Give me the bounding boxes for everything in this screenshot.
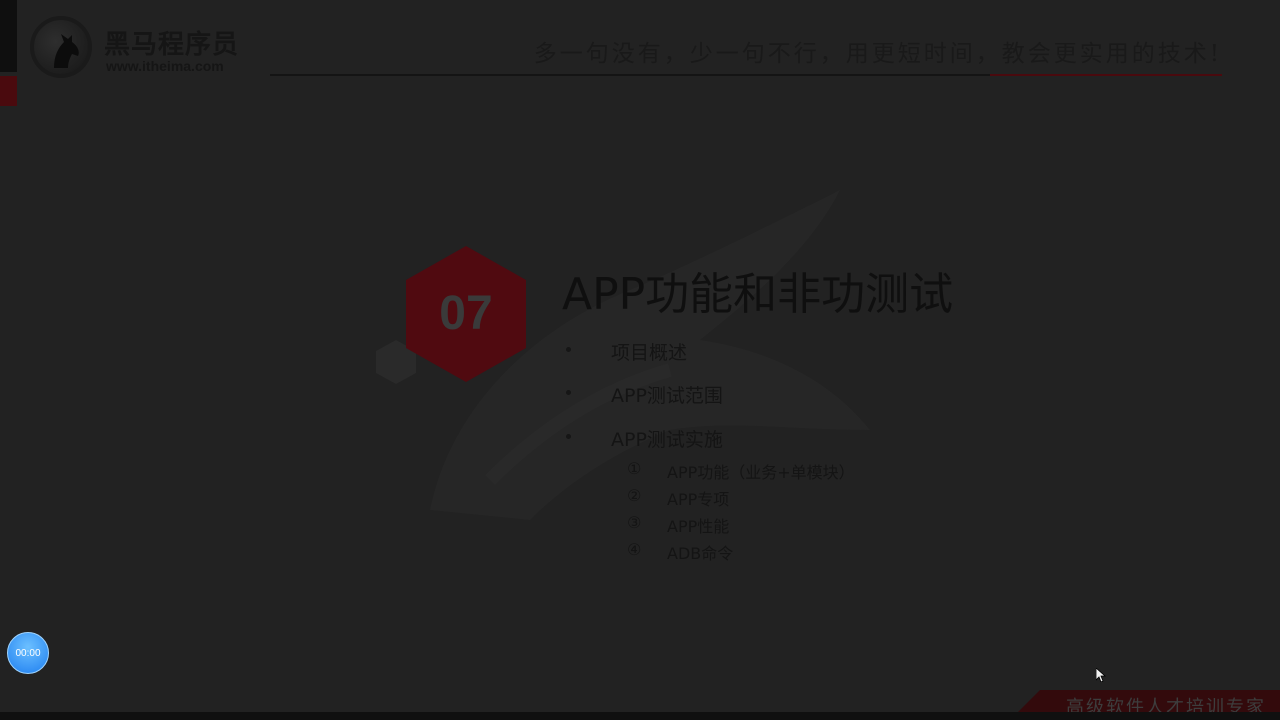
section-number-badge: 07 — [404, 244, 528, 384]
horse-head-icon — [54, 34, 79, 68]
logo-url: www.itheima.com — [106, 58, 224, 74]
mouse-cursor-icon — [1096, 668, 1106, 682]
header-divider-accent — [990, 74, 1222, 76]
sub-item: ADB命令 — [667, 544, 734, 563]
bullet-item: 项目概述 — [611, 342, 688, 364]
sub-item: APP性能 — [667, 517, 730, 536]
header-slogan: 多一句没有，少一句不行，用更短时间，教会更实用的技术! — [533, 41, 1222, 67]
section-number: 07 — [439, 287, 493, 340]
slide: 黑马程序员 www.itheima.com 多一句没有，少一句不行，用更短时间，… — [0, 0, 1280, 720]
section-title: APP功能和非功测试 — [562, 269, 954, 320]
bullet-icon — [566, 347, 571, 352]
left-accent-bar — [0, 0, 17, 72]
footer-strip — [0, 712, 1280, 720]
sub-item: APP功能（业务+单模块） — [667, 463, 855, 482]
playback-timer-button[interactable]: 00:00 — [7, 632, 49, 674]
sub-item-number: ④ — [627, 540, 642, 559]
bullet-icon — [566, 434, 571, 439]
sub-item: APP专项 — [667, 490, 730, 509]
horse-logo-icon — [30, 16, 92, 78]
itheima-logo: 黑马程序员 www.itheima.com — [30, 16, 270, 80]
left-accent-red-bar — [0, 76, 17, 106]
logo-chinese-name: 黑马程序员 — [104, 30, 240, 60]
sub-item-number: ② — [627, 486, 642, 505]
bullet-item: APP测试实施 — [611, 429, 723, 451]
sub-item-number: ① — [627, 459, 642, 478]
bullet-item: APP测试范围 — [611, 385, 723, 407]
sub-item-number: ③ — [627, 513, 642, 532]
bullet-icon — [566, 390, 571, 395]
